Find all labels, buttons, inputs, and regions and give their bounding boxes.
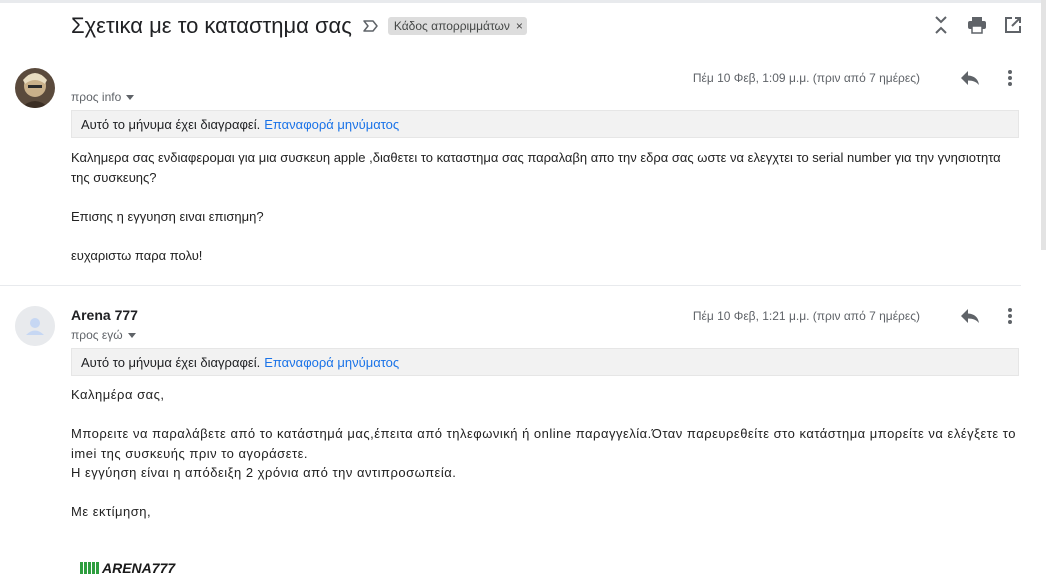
body-line: ευχαριστω παρα πολυ! [71, 247, 203, 263]
chevron-down-icon [127, 332, 136, 338]
message-body: Καλημέρα σας, Μπορειτε να παραλάβετε από… [71, 385, 1021, 522]
more-options-icon[interactable] [999, 67, 1021, 89]
body-line: Η εγγύηση είναι η απόδειξη 2 χρόνια από … [71, 465, 457, 480]
message-body: Καλημερα σας ενδιαφερομαι για μια συσκευ… [71, 148, 1021, 265]
recipients-label: προς εγώ [71, 328, 123, 342]
email-thread-view: Σχετικα με το καταστημα σας Κάδος απορρι… [0, 0, 1046, 574]
trash-label-chip[interactable]: Κάδος απορριμμάτων × [387, 17, 527, 35]
restore-message-link[interactable]: Επαναφορά μηνύματος [264, 355, 399, 370]
deleted-notice-text: Αυτό το μήνυμα έχει διαγραφεί. [81, 116, 261, 132]
logo-mark-icon [80, 562, 100, 574]
top-border [0, 0, 1046, 3]
chevron-down-icon [126, 94, 135, 100]
reply-icon[interactable] [959, 305, 981, 327]
message-divider [0, 285, 1021, 286]
recipients-dropdown[interactable]: προς info [71, 90, 135, 104]
sender-avatar[interactable] [15, 68, 55, 108]
subject-header: Σχετικα με το καταστημα σας Κάδος απορρι… [71, 10, 527, 42]
deleted-notice-bar: Αυτό το μήνυμα έχει διαγραφεί. Επαναφορά… [71, 110, 1019, 138]
restore-message-link[interactable]: Επαναφορά μηνύματος [264, 117, 399, 132]
message-date: Πέμ 10 Φεβ, 1:09 μ.μ. (πριν από 7 ημέρες… [692, 71, 920, 85]
recipients-label: προς info [71, 90, 122, 104]
body-line: Καλημερα σας ενδιαφερομαι για μια συσκευ… [71, 150, 1001, 185]
message-actions [959, 305, 1021, 327]
label-arrow-icon[interactable] [362, 17, 380, 35]
scrollbar-thumb[interactable] [1041, 0, 1046, 250]
signature-logo: ARENA777 [80, 560, 175, 574]
deleted-notice-text: Αυτό το μήνυμα έχει διαγραφεί. [81, 354, 261, 370]
sender-name[interactable]: Arena 777 [71, 307, 138, 323]
message-actions [959, 67, 1021, 89]
label-chip-text: Κάδος απορριμμάτων [393, 19, 510, 33]
thread-actions [930, 14, 1024, 36]
message-date: Πέμ 10 Φεβ, 1:21 μ.μ. (πριν από 7 ημέρες… [692, 309, 920, 323]
collapse-all-icon[interactable] [930, 14, 952, 36]
recipients-dropdown[interactable]: προς εγώ [71, 328, 136, 342]
body-line: Καλημέρα σας, [71, 387, 165, 402]
signature-logo-text: ARENA777 [102, 560, 176, 574]
email-subject: Σχετικα με το καταστημα σας [71, 13, 352, 38]
sender-avatar[interactable] [15, 306, 55, 346]
remove-label-icon[interactable]: × [516, 19, 523, 33]
more-options-icon[interactable] [999, 305, 1021, 327]
deleted-notice-bar: Αυτό το μήνυμα έχει διαγραφεί. Επαναφορά… [71, 348, 1019, 376]
print-icon[interactable] [966, 14, 988, 36]
body-line: Επισης η εγγυηση ειναι επισημη? [71, 208, 264, 224]
body-line: Μπορειτε να παραλάβετε από το κατάστημά … [71, 426, 1016, 461]
open-in-new-window-icon[interactable] [1002, 14, 1024, 36]
reply-icon[interactable] [959, 67, 981, 89]
body-line: Με εκτίμηση, [71, 504, 152, 519]
